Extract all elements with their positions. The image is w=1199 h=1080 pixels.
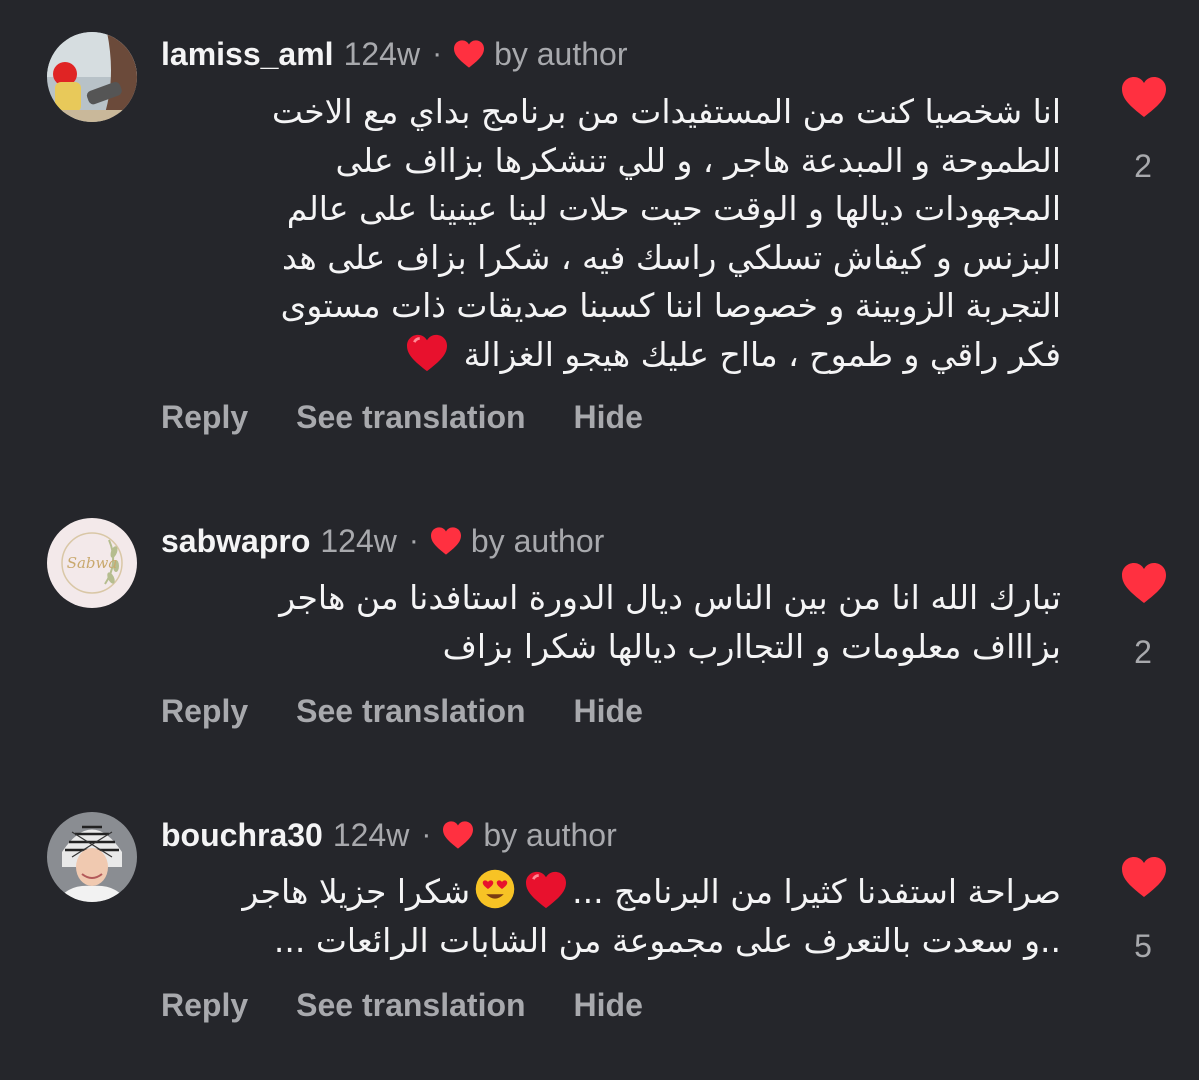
comment-text-line: بزاااف معلومات و التجاارب ديالها شكرا بز…	[442, 626, 1061, 666]
author-liked-label: by author	[470, 522, 605, 559]
hide-button[interactable]: Hide	[574, 399, 643, 436]
comment-text-line: البزنس و كيفاش تسلكي راسك فيه ، شكرا بزا…	[282, 237, 1061, 277]
comment-text-line: صراحة استفدنا كثيرا من البرنامج ... شكرا …	[161, 868, 1061, 917]
like-heart-icon[interactable]	[1120, 855, 1168, 899]
hide-button[interactable]: Hide	[574, 987, 643, 1024]
comment-actions: Reply See translation Hide	[161, 395, 643, 439]
comment-text-line-last: فكر راقي و طموح ، مااح عليك هيجو الغزالة	[161, 331, 1061, 380]
separator-dot: ·	[421, 818, 432, 851]
red-heart-emoji-icon	[524, 870, 568, 910]
see-translation-button[interactable]: See translation	[296, 693, 525, 730]
avatar-logo-text: Sabwa	[67, 554, 118, 572]
comment-meta: lamiss_aml 124w · by author	[161, 32, 627, 76]
comment-text-line: تبارك الله انا من بين الناس ديال الدورة …	[279, 578, 1061, 617]
separator-dot: ·	[408, 524, 419, 557]
like-count: 5	[1134, 928, 1152, 964]
avatar[interactable]: Sabwa	[47, 518, 137, 608]
comment-actions: Reply See translation Hide	[161, 689, 643, 733]
comment-text: انا شخصيا كنت من المستفيدات من برنامج بد…	[161, 88, 1061, 379]
comment-meta: bouchra30 124w · by author	[161, 813, 617, 857]
reply-button[interactable]: Reply	[161, 399, 248, 436]
author-liked-heart-icon	[441, 820, 475, 850]
red-heart-emoji-icon	[405, 333, 449, 373]
comment-text-line: المجهودات ديالها و الوقت حيت حلات لينا ع…	[286, 189, 1061, 228]
author-liked-heart-icon	[452, 39, 486, 69]
avatar-photo	[47, 32, 137, 122]
comment-text: صراحة استفدنا كثيرا من البرنامج ... شكرا …	[161, 868, 1061, 965]
comment-meta: sabwapro 124w · by author	[161, 519, 604, 563]
avatar[interactable]	[47, 812, 137, 902]
author-liked-heart-icon	[429, 526, 463, 556]
author-liked-label: by author	[494, 35, 628, 72]
heart-eyes-emoji-icon	[474, 868, 516, 910]
comment-text-fragment: صراحة استفدنا كثيرا من البرنامج ...	[572, 872, 1061, 911]
comment-text-line: الطموحة و المبدعة هاجر ، و للي تنشكرها ب…	[335, 140, 1061, 180]
author-liked-label: by author	[483, 816, 617, 853]
timestamp: 124w	[343, 35, 421, 72]
see-translation-button[interactable]: See translation	[296, 399, 525, 436]
like-heart-icon[interactable]	[1120, 561, 1168, 605]
see-translation-button[interactable]: See translation	[296, 987, 525, 1024]
hide-button[interactable]: Hide	[574, 693, 643, 730]
comment-text-fragment: فكر راقي و طموح ، مااح عليك هيجو الغزالة	[463, 334, 1061, 374]
timestamp: 124w	[320, 522, 397, 559]
separator-dot: ·	[432, 37, 443, 70]
comment-text-line: انا شخصيا كنت من المستفيدات من برنامج بد…	[271, 92, 1061, 131]
avatar-photo	[47, 812, 137, 902]
comments-list: lamiss_aml 124w · by author انا شخصيا كن…	[0, 0, 1199, 1080]
username[interactable]: bouchra30	[161, 817, 323, 854]
reply-button[interactable]: Reply	[161, 693, 248, 730]
comment-text-fragment: شكرا جزيلا هاجر	[242, 872, 471, 911]
like-count: 2	[1134, 634, 1152, 670]
comment-text-line: التجربة الزوبينة و خصوصا اننا كسبنا صديق…	[280, 286, 1061, 325]
comment-text-line: ..و سعدت بالتعرف على مجموعة من الشابات ا…	[273, 920, 1061, 960]
avatar-logo: Sabwa	[47, 518, 137, 608]
like-count: 2	[1134, 148, 1152, 184]
username[interactable]: sabwapro	[161, 523, 310, 560]
like-heart-icon[interactable]	[1120, 75, 1168, 119]
avatar[interactable]	[47, 32, 137, 122]
reply-button[interactable]: Reply	[161, 987, 248, 1024]
username[interactable]: lamiss_aml	[161, 36, 334, 73]
timestamp: 124w	[332, 816, 410, 853]
comment-text: تبارك الله انا من بين الناس ديال الدورة …	[161, 574, 1061, 671]
comment-actions: Reply See translation Hide	[161, 983, 643, 1027]
